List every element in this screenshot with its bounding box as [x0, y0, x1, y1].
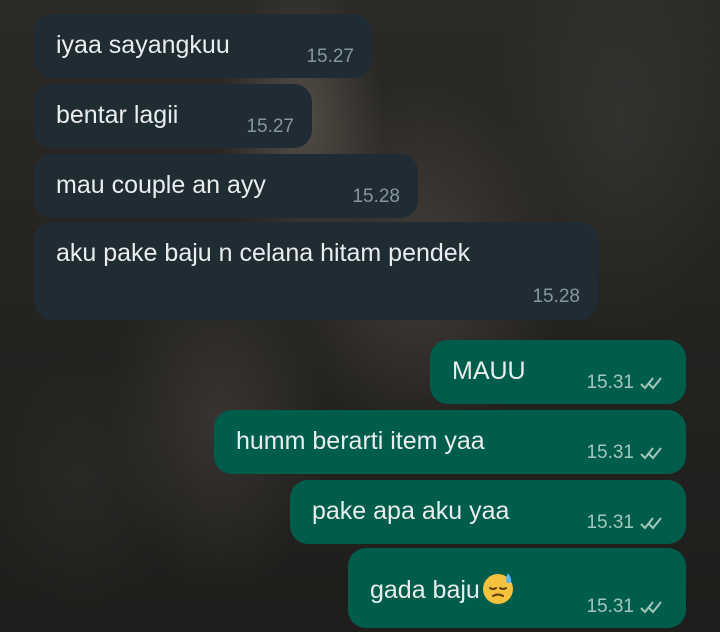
message-text-content: gada baju — [370, 576, 480, 604]
message-bubble-incoming[interactable]: bentar lagii 15.27 — [34, 84, 312, 148]
message-time: 15.31 — [586, 512, 634, 533]
message-time: 15.28 — [532, 286, 580, 307]
message-bubble-incoming[interactable]: iyaa sayangkuu 15.27 — [34, 14, 372, 78]
message-meta: 15.31 — [586, 512, 668, 534]
message-time: 15.28 — [352, 186, 400, 207]
message-bubble-outgoing[interactable]: pake apa aku yaa 15.31 — [290, 480, 686, 544]
message-text: iyaa sayangkuu — [56, 31, 230, 59]
message-time: 15.31 — [586, 372, 634, 393]
message-meta: 15.31 — [586, 442, 668, 464]
chat-area: iyaa sayangkuu 15.27 bentar lagii 15.27 … — [0, 0, 720, 632]
message-text: pake apa aku yaa — [312, 497, 510, 525]
message-text: mau couple an ayy — [56, 171, 266, 199]
message-time: 15.31 — [586, 596, 634, 617]
double-check-icon — [640, 601, 662, 614]
message-text: humm berarti item yaa — [236, 427, 485, 455]
message-bubble-outgoing[interactable]: MAUU 15.31 — [430, 340, 686, 404]
message-meta: 15.27 — [246, 116, 294, 138]
double-check-icon — [640, 377, 662, 390]
message-time: 15.27 — [306, 46, 354, 67]
message-text: gada baju — [370, 570, 516, 606]
message-time: 15.31 — [586, 442, 634, 463]
message-bubble-outgoing[interactable]: humm berarti item yaa 15.31 — [214, 410, 686, 474]
message-meta: 15.28 — [532, 286, 580, 308]
message-bubble-outgoing[interactable]: gada baju 15.31 — [348, 548, 686, 628]
sweat-face-emoji — [482, 573, 513, 604]
message-text: aku pake baju n celana hitam pendek — [56, 239, 471, 267]
double-check-icon — [640, 447, 662, 460]
message-bubble-incoming[interactable]: aku pake baju n celana hitam pendek 15.2… — [34, 222, 598, 320]
message-meta: 15.27 — [306, 46, 354, 68]
message-meta: 15.31 — [586, 596, 668, 618]
message-text: bentar lagii — [56, 101, 179, 129]
message-time: 15.27 — [246, 116, 294, 137]
message-bubble-incoming[interactable]: mau couple an ayy 15.28 — [34, 154, 418, 218]
double-check-icon — [640, 517, 662, 530]
message-meta: 15.31 — [586, 372, 668, 394]
message-meta: 15.28 — [352, 186, 400, 208]
message-text: MAUU — [452, 357, 526, 385]
